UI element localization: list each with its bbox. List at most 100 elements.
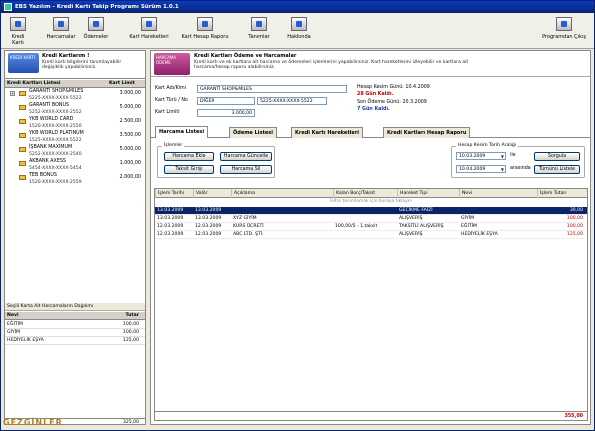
card-name-label: Kart Adı/Kimi [155,86,187,91]
tab-hesap-raporu[interactable]: Kredi Kartları Hesap Raporu [383,127,471,138]
toolbar-harcamalar-button[interactable]: Harcamalar [45,15,77,47]
date-from-select[interactable]: 10.03.2009 [456,152,506,160]
controls-area: İşlemler Harcama Ekle Harcama Güncelle T… [151,140,590,184]
col-nevi[interactable]: Nevi [459,189,472,198]
exit-icon [556,17,572,31]
toolbar-kredi-karti-button[interactable]: Kredi Kartı [5,15,31,47]
pay-days-text: 7 Gün Kaldı. [357,107,390,112]
category-row[interactable]: EĞİTİM 100,00 [5,321,145,329]
col-card-list: Kredi Kartları Listesi [7,81,61,86]
grid-total: 355,00 [155,411,587,420]
category-row[interactable]: GİYİM 100,00 [5,329,145,337]
col-hareket-tipi[interactable]: Hareket Tipi [397,189,428,198]
main-window: EBS Yazılım - Kredi Kartı Takip Programı… [0,0,595,431]
col-valor[interactable]: Valör [193,189,208,198]
watermark-logo: GEZGİNLER [3,418,63,427]
card-row[interactable]: İŞBANK MAXIMUM 5252-XXXX-XXXX-2540 5.000,0… [5,145,145,159]
title-bar: EBS Yazılım - Kredi Kartı Takip Programı… [1,1,594,13]
tab-odeme-listesi[interactable]: Ödeme Listesi [229,127,277,138]
cut-date-text: Hesap Kesim Günü: 10.4.2009 [357,85,430,90]
tab-harcama-listesi[interactable]: Harcama Listesi [155,126,209,138]
toolbar-kart-hesap-raporu-button[interactable]: Kart Hesap Raporu [177,15,233,47]
card-number-field[interactable]: 5225-XXXX-XXXX-5522 [257,97,327,105]
add-expense-button[interactable]: Harcama Ekle [164,152,214,161]
folder-icon [19,91,26,96]
about-icon [291,17,307,31]
operations-group: İşlemler Harcama Ekle Harcama Güncelle T… [157,143,275,178]
col-aciklama[interactable]: Açıklama [231,189,255,198]
toolbar-exit-button[interactable]: Programdan Çıkış [537,15,591,47]
pay-date-text: Son Ödeme Günü: 20.3.2009 [357,100,427,105]
card-row[interactable]: AKBANK AXESS 5454-XXXX-XXXX-5454 1.000,00 [5,159,145,173]
cards-info-title: Kredi Kartlarım ! [42,53,90,59]
card-row[interactable]: YKB WORLD PLATINUM 1525-XXXX-XXXX-5522 3.5… [5,131,145,145]
cards-list-header: Kredi Kartları Listesi Kart Limit [5,80,145,88]
expense-grid: İşlem Tarihi Valör Açıklama Kalan Borç/T… [154,188,588,421]
card-row[interactable]: YKB WORLD CARD 1520-XXXX-XXXX-2550 2.500,0… [5,117,145,131]
folder-icon [19,147,26,152]
query-button[interactable]: Sorgula [534,152,580,161]
col-kalan-borc[interactable]: Kalan Borç/Taksit [333,189,375,198]
toolbar-kart-hareketleri-button[interactable]: Kart Hareketleri [125,15,173,47]
delete-expense-button[interactable]: Harcama Sil [220,165,272,174]
card-row[interactable]: TEB BONUS 1520-XXXX-XXXX-2559 2.000,00 [5,173,145,187]
update-expense-button[interactable]: Harcama Güncelle [220,152,272,161]
col-islem-tutari[interactable]: İşlem Tutarı [537,189,567,198]
toolbar: Kredi Kartı Harcamalar Ödemeler Kart Har… [1,13,594,49]
cards-info-desc: Kredi kartı bilgilerini tanımlayabilir d… [42,60,122,70]
card-details-form: Kart Adı/Kimi GARANTİ SHOP&MILES Kart Tü… [151,79,590,123]
date-range-word: arasında [510,166,531,171]
expand-icon[interactable]: + [10,91,15,96]
table-row[interactable]: 13.03.2009 13.03.2009 XYZ GİYİM ALIŞVERİŞ Gİ… [155,215,587,223]
card-row[interactable]: GARANTİ BONUS 5252-XXXX-XXXX-2552 5.000,00 [5,103,145,117]
payments-info-desc: Kredi kartı ve ek kartlara ait harcama v… [194,60,469,70]
col-card-limit: Kart Limit [109,81,135,86]
card-movements-icon [141,17,157,31]
tab-kart-hareketleri[interactable]: Kredi Kartı Hareketleri [291,127,363,138]
cut-days-text: 28 Gün Kaldı. [357,92,394,97]
operations-label: İşlemler [162,143,185,148]
installment-button[interactable]: Taksit Girişi [164,165,214,174]
date-between-label: ile [510,153,516,158]
payment-card-image: HARCAMA ÖDEME [154,53,190,75]
card-limit-label: Kart Limiti [155,110,180,115]
card-limit-field[interactable]: 3.000,00 [197,109,255,117]
toolbar-hakkinda-button[interactable]: Hakkında [285,15,313,47]
left-panel: KREDİ KARTI Kredi Kartlarım ! Kredi kart… [4,50,146,425]
list-all-button[interactable]: Tümünü Listele [534,165,580,174]
card-name-field[interactable]: GARANTİ SHOP&MILES [197,85,347,93]
payments-info-title: Kredi Kartları Ödeme ve Harcamalar [194,53,297,59]
category-table-header: Nevi Tutar [5,312,145,320]
folder-icon [19,133,26,138]
app-icon [4,3,12,11]
cards-info-box: KREDİ KARTI Kredi Kartlarım ! Kredi kart… [5,51,145,79]
folder-icon [19,161,26,166]
table-row[interactable]: 12.03.2009 12.03.2009 ABC LTD. ŞTİ. ALIŞVER… [155,231,587,239]
toolbar-tanimlar-button[interactable]: Tanımlar [245,15,273,47]
folder-icon [19,105,26,110]
category-header: Seçili Karta Ait Harcamaların Dağılımı [5,303,145,311]
report-icon [197,17,213,31]
category-distribution: Seçili Karta Ait Harcamaların Dağılımı N… [5,303,145,428]
payments-icon [88,17,104,31]
date-range-label: Hesap Kesim Tarih Aralığı [456,143,519,148]
grid-header: İşlem Tarihi Valör Açıklama Kalan Borç/T… [155,189,587,198]
table-row[interactable]: 13.03.2009 13.03.2009 GECİKME FAİZİ 30,00 [155,207,587,215]
table-row[interactable]: 12.03.2009 12.03.2009 KURS ÜCRETİ 100,00/5 … [155,223,587,231]
expenses-icon [53,17,69,31]
date-to-select[interactable]: 10.04.2009 [456,165,506,173]
col-islem-tarihi[interactable]: İşlem Tarihi [155,189,184,198]
definitions-icon [251,17,267,31]
date-range-group: Hesap Kesim Tarih Aralığı 10.03.2009 ile… [451,143,585,178]
window-title: EBS Yazılım - Kredi Kartı Takip Programı… [15,4,179,10]
tab-bar: Harcama Listesi Ödeme Listesi Kredi Kart… [151,126,590,138]
right-panel: HARCAMA ÖDEME Kredi Kartları Ödeme ve Ha… [150,50,591,425]
filter-row[interactable]: Filtre tanımlamak için buraya tıklayın [155,198,587,206]
cards-tree: + GARANTİ SHOP&MILES 5225-XXXX-XXXX-5522 3.… [5,89,145,289]
card-row[interactable]: + GARANTİ SHOP&MILES 5225-XXXX-XXXX-5522 3.… [5,89,145,103]
card-type-field[interactable]: DİĞER [197,97,255,105]
toolbar-odemeler-button[interactable]: Ödemeler [81,15,111,47]
credit-card-image: KREDİ KARTI [8,53,39,73]
category-row[interactable]: HEDİYELİK EŞYA 125,00 [5,337,145,345]
folder-icon [19,175,26,180]
